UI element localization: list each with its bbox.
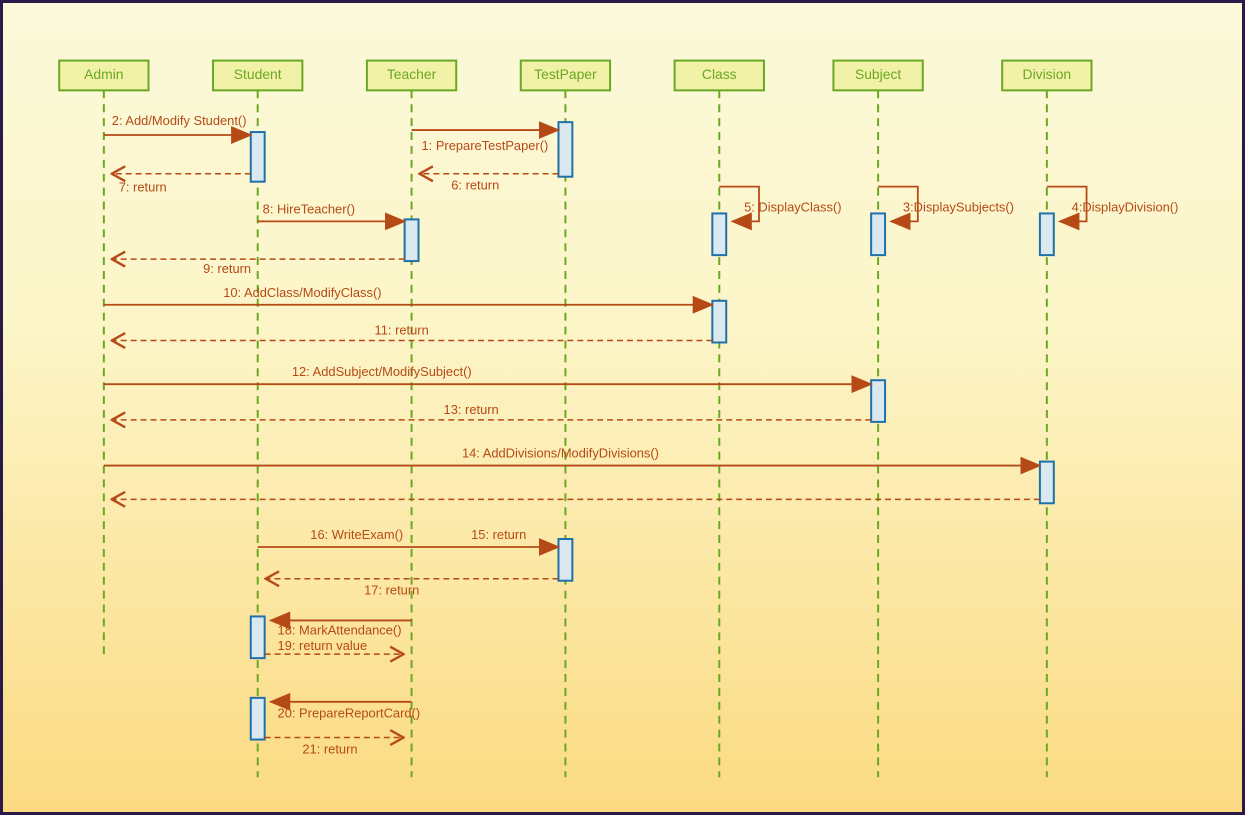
msg-label: 15: return [471,527,526,542]
activation-class-self [712,213,726,255]
lifeline-label: TestPaper [534,66,597,82]
activation-student-3 [251,698,265,740]
sequence-diagram-svg: Admin Student Teacher TestPaper Class Su… [3,3,1242,812]
activation-testpaper-2 [558,539,572,581]
activation-testpaper-1 [558,122,572,177]
msg-label: 10: AddClass/ModifyClass() [223,285,381,300]
msg-label: 17: return [364,583,419,598]
activation-student-2 [251,616,265,658]
activation-class-1 [712,301,726,343]
lifeline-admin: Admin [59,61,148,659]
msg-label: 14: AddDivisions/ModifyDivisions() [462,446,659,461]
msg-label: 1: PrepareTestPaper() [421,138,548,153]
msg-label: 2: Add/Modify Student() [112,113,247,128]
activation-subject-1 [871,380,885,422]
msg-label: 5: DisplayClass() [744,199,841,214]
lifeline-teacher: Teacher [367,61,456,778]
lifeline-label: Teacher [387,66,437,82]
lifeline-division: Division [1002,61,1091,778]
activation-division-self [1040,213,1054,255]
lifeline-label: Admin [84,66,123,82]
msg-label: 20: PrepareReportCard() [278,706,421,721]
msg-label: 3:DisplaySubjects() [903,199,1014,214]
activation-teacher-1 [405,219,419,261]
msg-label: 18: MarkAttendance() [278,622,402,637]
lifeline-label: Student [234,66,282,82]
lifeline-label: Division [1023,66,1072,82]
lifeline-label: Class [702,66,737,82]
lifeline-label: Subject [855,66,901,82]
activation-subject-self [871,213,885,255]
msg-label: 13: return [444,402,499,417]
msg-label: 4:DisplayDivision() [1072,199,1179,214]
msg-label: 12: AddSubject/ModifySubject() [292,364,472,379]
activation-division-1 [1040,462,1054,504]
msg-label: 21: return [302,741,357,756]
lifeline-class: Class [675,61,764,778]
msg-label: 16: WriteExam() [310,527,403,542]
msg-label: 19: return value [278,638,368,653]
msg-label: 7: return [119,180,167,195]
activation-student-1 [251,132,265,182]
msg-label: 9: return [203,261,251,276]
msg-label: 8: HireTeacher() [263,201,355,216]
msg-label: 6: return [451,178,499,193]
msg-label: 11: return [375,323,429,338]
diagram-frame: Admin Student Teacher TestPaper Class Su… [0,0,1245,815]
